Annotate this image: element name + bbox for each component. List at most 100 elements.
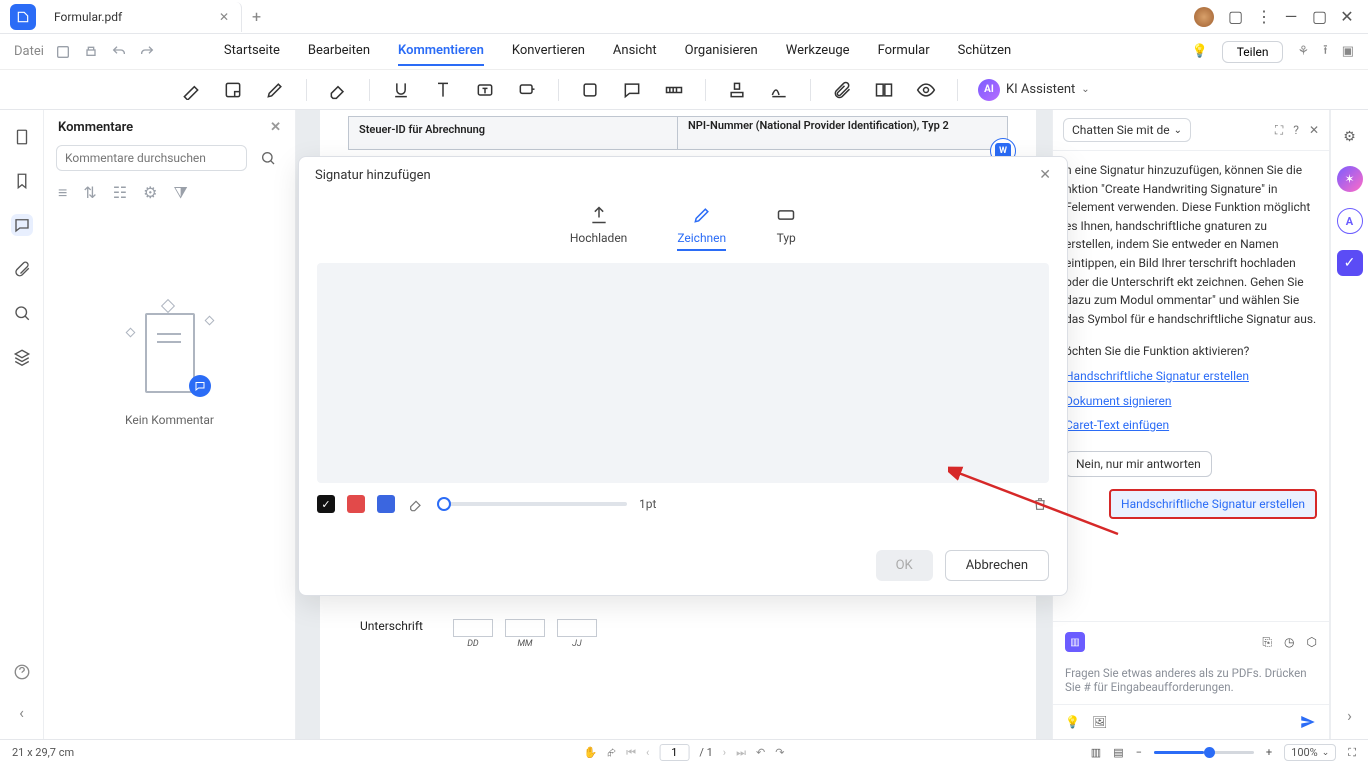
menu-file[interactable]: Datei xyxy=(14,44,44,59)
fit-page-icon[interactable]: ▤ xyxy=(1113,746,1123,759)
filter-bars-icon[interactable]: ☷ xyxy=(113,183,127,203)
comment-bubble-icon[interactable] xyxy=(621,79,643,101)
ai-close-icon[interactable]: ✕ xyxy=(1309,123,1319,138)
zoom-slider[interactable] xyxy=(1154,751,1254,754)
filter-funnel-icon[interactable]: ⧩ xyxy=(173,183,187,203)
highlighter-icon[interactable] xyxy=(180,79,202,101)
ai-copy-icon[interactable]: ⎘ xyxy=(1262,635,1272,650)
hand-tool-icon[interactable]: ✋ xyxy=(584,746,598,759)
cancel-button[interactable]: Abbrechen xyxy=(945,550,1049,581)
redo-icon[interactable] xyxy=(138,43,156,61)
ai-help-icon[interactable]: ? xyxy=(1293,123,1299,138)
rr-translate-icon[interactable]: A xyxy=(1337,208,1363,234)
ok-button[interactable]: OK xyxy=(876,550,933,581)
ai-doc-badge-icon[interactable]: ▥ xyxy=(1065,632,1085,652)
help-icon[interactable] xyxy=(11,661,33,683)
lightbulb-icon[interactable]: 💡 xyxy=(1192,44,1208,59)
comments-search-input[interactable] xyxy=(56,145,247,171)
menu-formular[interactable]: Formular xyxy=(878,37,930,66)
search-icon[interactable] xyxy=(253,145,283,171)
zoom-value-select[interactable]: 100%⌄ xyxy=(1284,744,1336,761)
undo-icon[interactable] xyxy=(110,43,128,61)
cloud-upload-icon[interactable]: ⭱ xyxy=(1323,41,1328,63)
stamp-icon[interactable] xyxy=(726,79,748,101)
filter-sort-icon[interactable]: ⇅ xyxy=(83,183,96,203)
color-red-swatch[interactable] xyxy=(347,495,365,513)
filter-adjust-icon[interactable]: ⚙ xyxy=(143,183,157,203)
callout-icon[interactable] xyxy=(516,79,538,101)
ai-link-signature[interactable]: Handschriftliche Signatur erstellen xyxy=(1065,367,1249,386)
stroke-width-slider[interactable] xyxy=(437,502,627,506)
menu-bearbeiten[interactable]: Bearbeiten xyxy=(308,37,370,66)
menu-konvertieren[interactable]: Konvertieren xyxy=(512,37,585,66)
compare-icon[interactable] xyxy=(873,79,895,101)
maximize-icon[interactable]: ▢ xyxy=(1312,7,1326,26)
print-icon[interactable] xyxy=(82,43,100,61)
text-box-icon[interactable] xyxy=(474,79,496,101)
fit-width-icon[interactable]: ▥ xyxy=(1091,746,1101,759)
ai-link-caret[interactable]: Caret-Text einfügen xyxy=(1065,416,1169,435)
ai-mode-select[interactable]: Chatten Sie mit de ⌄ xyxy=(1063,118,1191,142)
underline-icon[interactable] xyxy=(390,79,412,101)
ai-no-button[interactable]: Nein, nur mir antworten xyxy=(1065,451,1212,477)
menu-organisieren[interactable]: Organisieren xyxy=(685,37,758,66)
pencil-icon[interactable] xyxy=(264,79,286,101)
share-link-icon[interactable]: ⚘ xyxy=(1297,44,1309,59)
color-blue-swatch[interactable] xyxy=(377,495,395,513)
tab-type[interactable]: Typ xyxy=(776,205,796,251)
pages-icon[interactable] xyxy=(11,126,33,148)
ai-suggestion-chip[interactable]: Handschriftliche Signatur erstellen xyxy=(1109,489,1317,519)
visibility-icon[interactable] xyxy=(915,79,937,101)
save-icon[interactable] xyxy=(54,43,72,61)
date-yy-input[interactable] xyxy=(557,619,597,637)
date-dd-input[interactable] xyxy=(453,619,493,637)
rr-ai-icon[interactable]: ✶ xyxy=(1337,166,1363,192)
attachments-icon[interactable] xyxy=(11,258,33,280)
signature-canvas[interactable] xyxy=(317,263,1049,483)
user-avatar[interactable] xyxy=(1194,7,1214,27)
search-rail-icon[interactable] xyxy=(11,302,33,324)
ai-image-icon[interactable]: 🖼 xyxy=(1092,715,1107,729)
select-tool-icon[interactable]: ⮳ xyxy=(607,746,616,760)
sticky-note-icon[interactable] xyxy=(222,79,244,101)
zoom-in-icon[interactable]: + xyxy=(1266,746,1272,759)
ai-expand-icon[interactable]: ⛶ xyxy=(1275,123,1283,138)
ai-settings-icon[interactable]: ⬡ xyxy=(1307,635,1317,650)
menu-werkzeuge[interactable]: Werkzeuge xyxy=(786,37,850,66)
page-number-input[interactable] xyxy=(659,744,689,761)
ai-link-sign-doc[interactable]: Dokument signieren xyxy=(1065,392,1172,411)
next-page-icon[interactable]: › xyxy=(723,746,726,759)
rotate-right-icon[interactable]: ↷ xyxy=(775,746,784,759)
layers-icon[interactable] xyxy=(11,346,33,368)
fullscreen-icon[interactable]: ⛶ xyxy=(1348,746,1356,760)
eraser-icon[interactable] xyxy=(407,495,425,513)
share-button[interactable]: Teilen xyxy=(1222,41,1284,63)
menu-ansicht[interactable]: Ansicht xyxy=(613,37,657,66)
menu-kommentieren[interactable]: Kommentieren xyxy=(398,37,484,66)
document-tab[interactable]: Formular.pdf ✕ xyxy=(42,2,242,32)
shape-icon[interactable] xyxy=(579,79,601,101)
more-icon[interactable]: ⋮ xyxy=(1256,7,1270,26)
close-comments-icon[interactable]: ✕ xyxy=(270,120,281,135)
color-black-swatch[interactable] xyxy=(317,495,335,513)
menu-startseite[interactable]: Startseite xyxy=(224,37,280,66)
rotate-left-icon[interactable]: ↶ xyxy=(756,746,765,759)
ai-idea-icon[interactable]: 💡 xyxy=(1065,715,1080,729)
close-window-icon[interactable]: ✕ xyxy=(1340,7,1354,26)
add-tab-button[interactable]: + xyxy=(242,7,271,26)
close-tab-icon[interactable]: ✕ xyxy=(219,10,229,24)
ai-assistant-button[interactable]: AI KI Assistent ⌄ xyxy=(978,79,1090,101)
first-page-icon[interactable]: ⏮ xyxy=(626,746,636,760)
text-tool-icon[interactable] xyxy=(432,79,454,101)
signature-icon[interactable] xyxy=(768,79,790,101)
eraser-tool-icon[interactable] xyxy=(327,79,349,101)
ai-send-icon[interactable] xyxy=(1299,713,1317,731)
minimize-icon[interactable]: ― xyxy=(1284,7,1298,26)
zoom-out-icon[interactable]: − xyxy=(1136,746,1142,759)
panel-toggle-icon[interactable]: ▣ xyxy=(1342,44,1354,59)
collapse-rail-icon[interactable]: ‹ xyxy=(11,701,33,723)
prev-page-icon[interactable]: ‹ xyxy=(646,746,649,759)
comments-icon[interactable] xyxy=(11,214,33,236)
rr-collapse-icon[interactable]: › xyxy=(1347,706,1352,739)
tab-upload[interactable]: Hochladen xyxy=(570,205,628,251)
